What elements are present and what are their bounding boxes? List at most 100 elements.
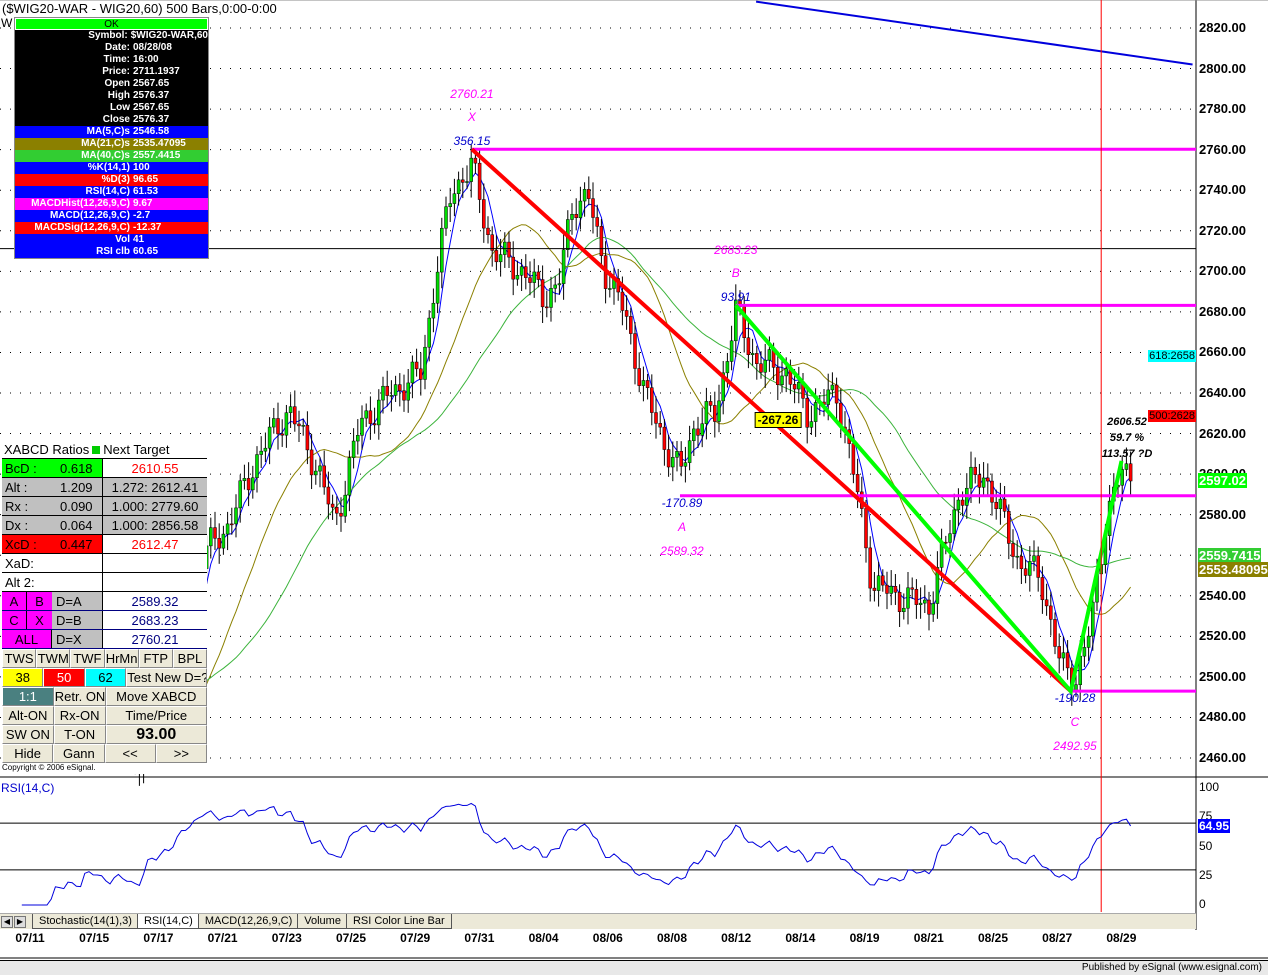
button-test-new-d[interactable]: Test New D=? — [126, 668, 208, 687]
candle-body — [813, 402, 818, 422]
button-50[interactable]: 50 — [43, 668, 85, 687]
candle-body — [272, 418, 276, 428]
candle-body — [864, 508, 868, 549]
candle-body — [461, 179, 465, 183]
button-hide[interactable]: Hide — [2, 744, 54, 763]
button-retr-on[interactable]: Retr. ON — [53, 687, 106, 706]
x-date-label: 07/25 — [335, 931, 367, 945]
ratio-name: Dx : 0.064 — [2, 516, 103, 534]
button-ftp[interactable]: FTP — [138, 649, 173, 668]
b-point-label: B — [731, 266, 740, 280]
ratio-name: Alt : 1.209 — [2, 478, 103, 496]
button-rx-on[interactable]: Rx-ON — [53, 706, 106, 725]
button-hrmn[interactable]: HrMn — [104, 649, 139, 668]
y-tick-label: 2520.00 — [1199, 628, 1246, 644]
x-price-label: 2760.21 — [450, 87, 494, 101]
data-label: RSI(14,C) — [85, 186, 130, 197]
candle-body — [834, 384, 839, 404]
tab-rsi-color-line-bar[interactable]: RSI Color Line Bar — [345, 914, 452, 929]
button-[interactable]: >> — [155, 744, 207, 763]
button-tws[interactable]: TWS — [2, 649, 37, 668]
b-price-label: 2683.23 — [714, 243, 758, 257]
point-button[interactable]: X — [27, 611, 52, 629]
button-move-xabcd[interactable]: Move XABCD — [105, 687, 207, 706]
button-time-price[interactable]: Time/Price — [105, 706, 207, 725]
button-bpl[interactable]: BPL — [172, 649, 208, 668]
scroll-left-icon[interactable]: ◀ — [1, 915, 13, 928]
candle-body — [700, 423, 704, 436]
button-sw-on[interactable]: SW ON — [2, 725, 54, 744]
ratio-label: XcD : — [5, 537, 37, 552]
xabcd-header: XABCD Ratios Next Target — [2, 440, 207, 459]
candle-body — [679, 451, 683, 467]
rsi-tick-label: 25 — [1199, 867, 1213, 882]
tab-macd-12-26-9-c-[interactable]: MACD(12,26,9,C) — [197, 914, 300, 929]
candle-body — [452, 193, 457, 204]
data-label: RSI clb — [96, 246, 130, 257]
y-tick-label: 2580.00 — [1199, 506, 1246, 522]
candle-body — [1044, 599, 1049, 607]
data-value: 96.65 — [133, 174, 159, 185]
candle-body — [578, 200, 583, 218]
candle-body — [948, 533, 952, 543]
candle-body — [1002, 498, 1007, 512]
candle-body — [923, 599, 927, 604]
d-price-label: 2606.52 — [1107, 416, 1147, 428]
button-38[interactable]: 38 — [2, 668, 44, 687]
ratio-value: 0.618 — [60, 461, 93, 476]
data-value: 08/28/08 — [133, 42, 172, 53]
point-equation: D=X — [56, 632, 82, 647]
button-93-00[interactable]: 93.00 — [105, 725, 207, 744]
button-[interactable]: << — [104, 744, 156, 763]
candle-body — [444, 206, 448, 229]
point-button[interactable]: A — [2, 592, 27, 610]
button-62[interactable]: 62 — [84, 668, 127, 687]
candle-body — [595, 217, 599, 227]
candle-body — [851, 443, 856, 475]
data-value: 9.67 — [133, 198, 153, 209]
point-row: ALL D=X 2760.21 — [2, 630, 207, 649]
candle-body — [1061, 652, 1066, 659]
candle-body — [1032, 555, 1036, 562]
data-window-row: %K(14,1) 100 — [15, 162, 208, 174]
candle-body — [855, 474, 860, 493]
point-button[interactable]: B — [27, 592, 52, 610]
button-alt-on[interactable]: Alt-ON — [2, 706, 54, 725]
x-date-label: 08/25 — [977, 931, 1009, 945]
tab-rsi-14-c-[interactable]: RSI(14,C) — [136, 914, 200, 929]
candle-body — [910, 587, 914, 590]
point-button[interactable]: C — [2, 611, 27, 629]
data-window-row: Close 2576.37 — [15, 114, 208, 126]
button-1-1[interactable]: 1:1 — [2, 687, 54, 706]
candle-body — [524, 266, 528, 278]
tab-stochastic-14-1-3-[interactable]: Stochastic(14(1),3) — [32, 914, 139, 929]
candle-body — [343, 494, 347, 517]
button-twf[interactable]: TWF — [70, 649, 105, 668]
candle-body — [750, 353, 755, 355]
candle-body — [666, 449, 671, 468]
tab-volume[interactable]: Volume — [297, 914, 348, 929]
candle-body — [784, 368, 788, 377]
point-button[interactable]: ALL — [2, 630, 52, 648]
candle-body — [410, 361, 415, 384]
scroll-right-icon[interactable]: ▶ — [14, 915, 26, 928]
y-tick-label: 2480.00 — [1199, 709, 1246, 725]
candle-body — [209, 527, 213, 547]
candle-body — [755, 353, 759, 364]
candle-body — [704, 401, 709, 425]
button-twm[interactable]: TWM — [36, 649, 71, 668]
button-gann[interactable]: Gann — [53, 744, 105, 763]
x-date-label: 07/29 — [400, 931, 431, 945]
candle-body — [494, 250, 499, 263]
ratio-row: Alt : 1.209 1.272: 2612.41 — [2, 478, 207, 497]
ok-button[interactable]: OK — [15, 18, 208, 30]
candle-body — [893, 586, 898, 593]
candle-body — [221, 533, 226, 549]
button-t-on[interactable]: T-ON — [53, 725, 106, 744]
candle-body — [456, 179, 461, 194]
x-date-label: 08/27 — [1042, 931, 1073, 945]
candle-body — [259, 450, 263, 455]
candle-body — [213, 527, 217, 539]
candle-body — [519, 266, 524, 276]
data-label: Open — [104, 78, 130, 89]
